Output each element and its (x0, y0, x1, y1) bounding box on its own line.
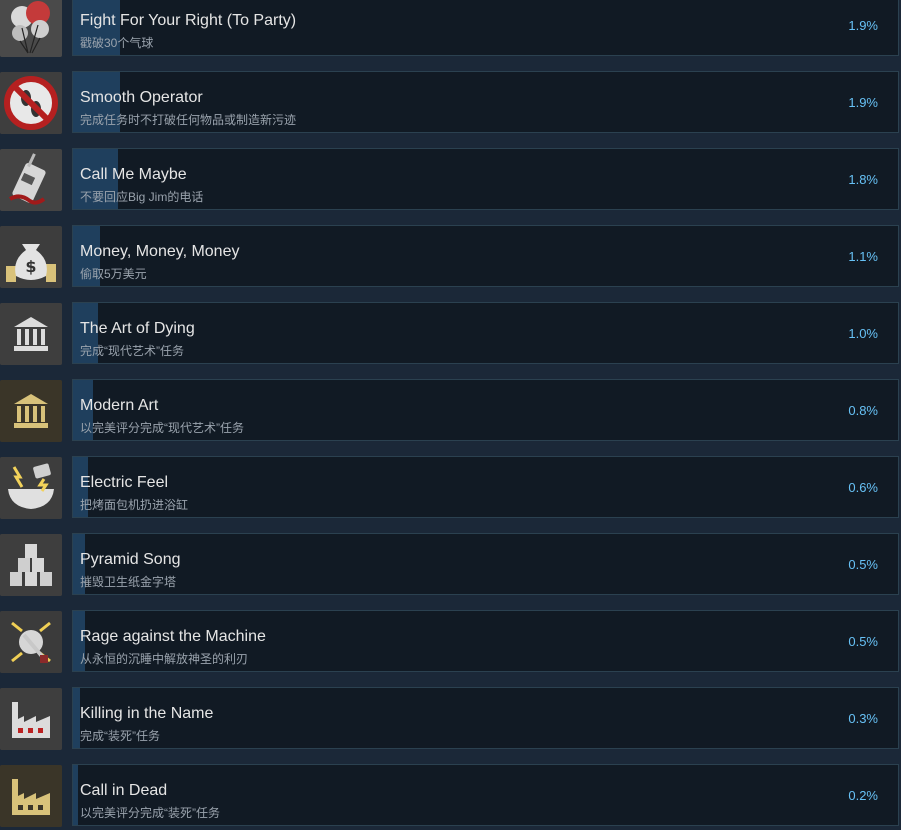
achievement-card: Call Me Maybe 不要回应Big Jim的电话 1.8% (72, 148, 899, 210)
balloons-icon (0, 0, 62, 57)
achievement-description: 完成“装死”任务 (80, 729, 160, 743)
achievement-percent: 0.8% (848, 403, 878, 418)
achievement-title: Modern Art (80, 397, 159, 414)
museum-gold-icon (0, 380, 62, 442)
achievement-title: Pyramid Song (80, 551, 181, 568)
achievement-description: 以完美评分完成“装死”任务 (80, 806, 220, 820)
achievement-percent: 0.6% (848, 480, 878, 495)
achievement-description: 从永恒的沉睡中解放神圣的利刃 (80, 652, 249, 666)
no-footprints-icon (0, 72, 62, 134)
achievement-percent: 0.2% (848, 788, 878, 803)
achievement-percent: 0.3% (848, 711, 878, 726)
svg-text:$: $ (25, 257, 36, 276)
achievement-percent: 1.9% (848, 18, 878, 33)
achievement-percent: 0.5% (848, 634, 878, 649)
achievement-description: 把烤面包机扔进浴缸 (80, 498, 189, 512)
achievement-card: The Art of Dying 完成“现代艺术”任务 1.0% (72, 302, 899, 364)
achievement-row[interactable]: Killing in the Name 完成“装死”任务 0.3% (0, 687, 901, 751)
achievement-list: Fight For Your Right (To Party) 戳破30个气球 … (0, 0, 901, 830)
progress-bar (73, 765, 78, 825)
achievement-description: 戳破30个气球 (80, 36, 154, 50)
walkie-talkie-icon (0, 149, 62, 211)
achievement-row[interactable]: Call in Dead 以完美评分完成“装死”任务 0.2% (0, 764, 901, 828)
achievement-percent: 1.1% (848, 249, 878, 264)
achievement-title: Killing in the Name (80, 705, 214, 722)
toilet-paper-pyramid-icon (0, 534, 62, 596)
achievement-title: The Art of Dying (80, 320, 195, 337)
achievement-row[interactable]: Rage against the Machine 从永恒的沉睡中解放神圣的利刃 … (0, 610, 901, 674)
achievement-card: Pyramid Song 摧毁卫生纸金字塔 0.5% (72, 533, 899, 595)
achievement-card: Electric Feel 把烤面包机扔进浴缸 0.6% (72, 456, 899, 518)
achievement-title: Smooth Operator (80, 89, 203, 106)
achievement-row[interactable]: Modern Art 以完美评分完成“现代艺术”任务 0.8% (0, 379, 901, 443)
achievement-row[interactable]: The Art of Dying 完成“现代艺术”任务 1.0% (0, 302, 901, 366)
achievement-percent: 1.9% (848, 95, 878, 110)
achievement-row[interactable]: Call Me Maybe 不要回应Big Jim的电话 1.8% (0, 148, 901, 212)
achievement-title: Call in Dead (80, 782, 168, 799)
money-bag-icon: $ (0, 226, 62, 288)
progress-bar (73, 688, 80, 748)
achievement-card: Money, Money, Money 偷取5万美元 1.1% (72, 225, 899, 287)
achievement-row[interactable]: Smooth Operator 完成任务时不打破任何物品或制造新污迹 1.9% (0, 71, 901, 135)
museum-icon (0, 303, 62, 365)
achievement-description: 摧毁卫生纸金字塔 (80, 575, 177, 589)
achievement-row[interactable]: Fight For Your Right (To Party) 戳破30个气球 … (0, 0, 901, 58)
achievement-description: 完成“现代艺术”任务 (80, 344, 184, 358)
achievement-title: Call Me Maybe (80, 166, 187, 183)
achievement-description: 不要回应Big Jim的电话 (80, 190, 204, 204)
achievement-percent: 1.8% (848, 172, 878, 187)
factory-gold-icon (0, 765, 62, 827)
achievement-card: Fight For Your Right (To Party) 戳破30个气球 … (72, 0, 899, 56)
achievement-description: 以完美评分完成“现代艺术”任务 (80, 421, 244, 435)
achievement-card: Call in Dead 以完美评分完成“装死”任务 0.2% (72, 764, 899, 826)
achievement-card: Modern Art 以完美评分完成“现代艺术”任务 0.8% (72, 379, 899, 441)
achievement-title: Rage against the Machine (80, 628, 266, 645)
achievement-percent: 1.0% (848, 326, 878, 341)
achievement-row[interactable]: Electric Feel 把烤面包机扔进浴缸 0.6% (0, 456, 901, 520)
achievement-title: Electric Feel (80, 474, 169, 491)
factory-icon (0, 688, 62, 750)
achievement-description: 完成任务时不打破任何物品或制造新污迹 (80, 113, 297, 127)
achievement-card: Rage against the Machine 从永恒的沉睡中解放神圣的利刃 … (72, 610, 899, 672)
achievement-card: Killing in the Name 完成“装死”任务 0.3% (72, 687, 899, 749)
achievement-title: Fight For Your Right (To Party) (80, 12, 297, 29)
bathtub-toaster-icon (0, 457, 62, 519)
achievement-row[interactable]: Pyramid Song 摧毁卫生纸金字塔 0.5% (0, 533, 901, 597)
achievement-description: 偷取5万美元 (80, 267, 147, 281)
achievement-card: Smooth Operator 完成任务时不打破任何物品或制造新污迹 1.9% (72, 71, 899, 133)
achievement-row[interactable]: $ Money, Money, Money 偷取5万美元 1.1% (0, 225, 901, 289)
achievement-title: Money, Money, Money (80, 243, 240, 260)
broken-machine-icon (0, 611, 62, 673)
achievement-percent: 0.5% (848, 557, 878, 572)
